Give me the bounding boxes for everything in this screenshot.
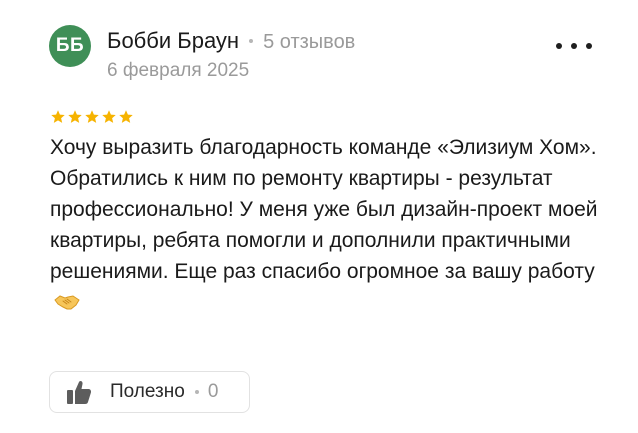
star-icon — [51, 110, 65, 123]
avatar-initials: ББ — [55, 35, 85, 56]
review-card: ББ Бобби Браун 5 отзывов 6 февраля 2025 … — [0, 0, 638, 433]
more-options-button[interactable] — [556, 35, 592, 57]
more-dot-icon — [556, 43, 562, 49]
handshake-emoji-icon — [54, 295, 80, 310]
star-icon — [102, 110, 116, 123]
rating-stars — [50, 109, 134, 125]
review-text-body: Хочу выразить благодарность команде «Эли… — [50, 136, 598, 283]
review-date: 6 февраля 2025 — [107, 60, 250, 81]
more-dot-icon — [586, 43, 592, 49]
thumbs-up-icon — [67, 380, 92, 404]
more-dot-icon — [571, 43, 577, 49]
star-icon — [119, 110, 133, 123]
review-text: Хочу выразить благодарность команде «Эли… — [50, 132, 610, 318]
helpful-button[interactable]: Полезно 0 — [49, 371, 250, 413]
star-icon — [68, 110, 82, 123]
author-line: Бобби Браун 5 отзывов — [107, 28, 355, 54]
author-review-count[interactable]: 5 отзывов — [263, 31, 355, 54]
star-icon — [85, 110, 99, 123]
separator-dot — [194, 390, 199, 394]
separator-dot — [249, 39, 254, 43]
author-name[interactable]: Бобби Браун — [107, 28, 239, 54]
helpful-count: 0 — [207, 381, 219, 402]
helpful-label: Полезно — [110, 381, 185, 402]
avatar[interactable]: ББ — [49, 25, 91, 67]
